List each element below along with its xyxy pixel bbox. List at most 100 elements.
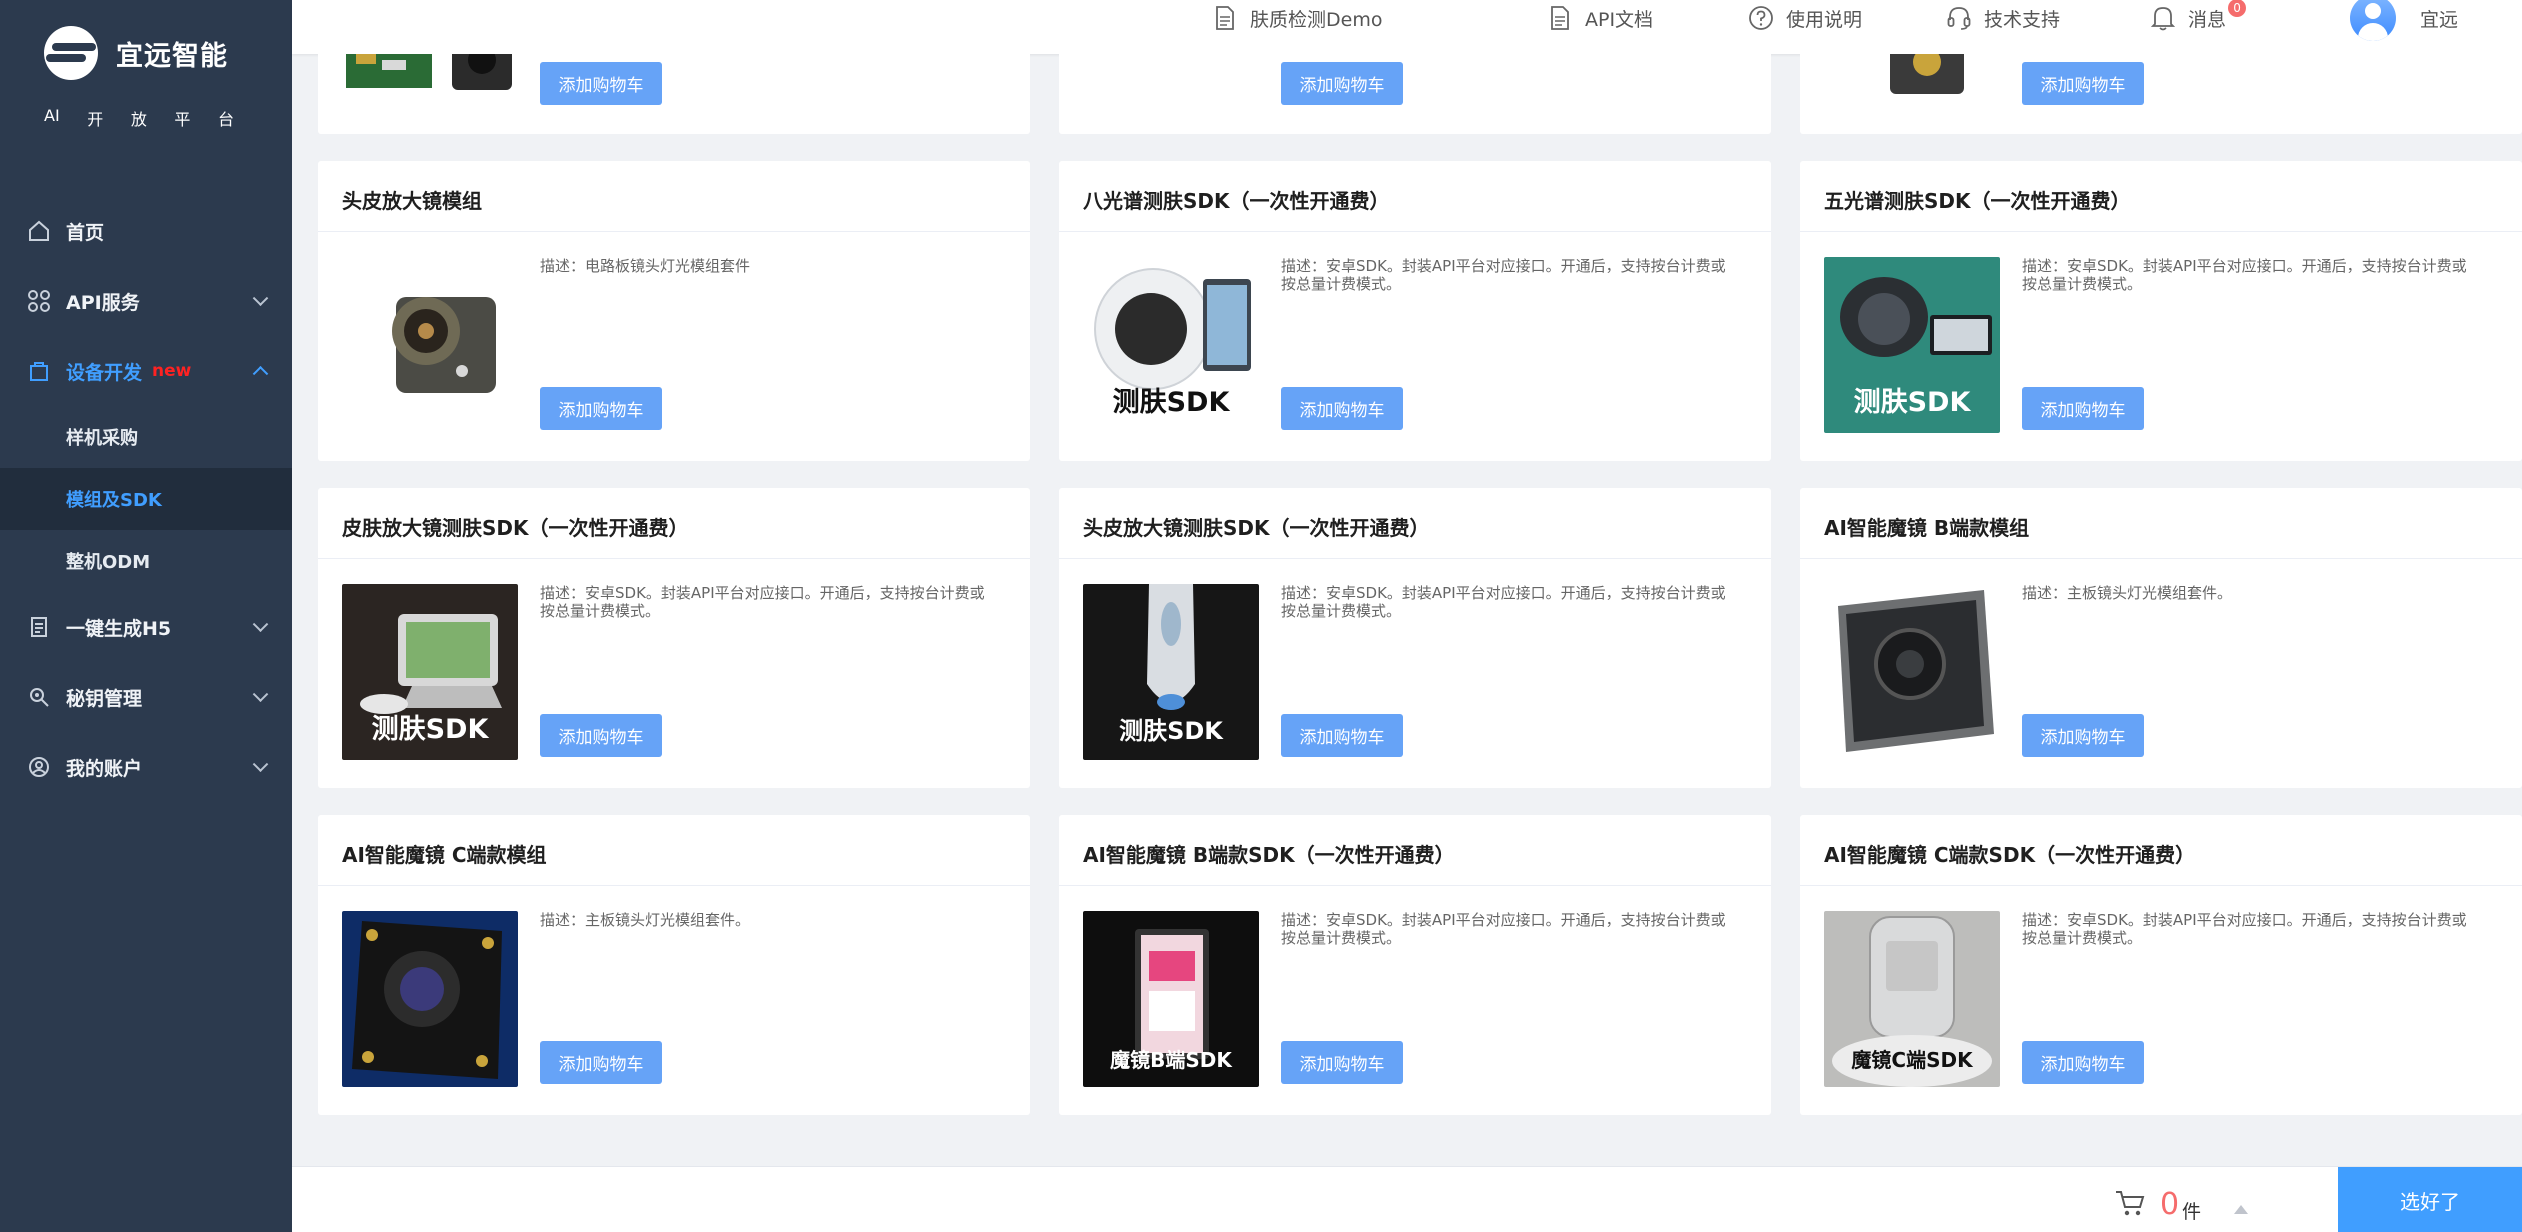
- caret-up-icon[interactable]: [2234, 1205, 2248, 1214]
- api-doc-label: API文档: [1585, 8, 1654, 31]
- add-to-cart-button[interactable]: 添加购物车: [1281, 1041, 1403, 1084]
- sidebar-subitem-modules-sdk[interactable]: 模组及SDK: [0, 468, 292, 530]
- logo-mark-icon: [44, 26, 98, 80]
- product-image: 测肤SDK: [1824, 257, 2000, 433]
- add-to-cart-button[interactable]: 添加购物车: [1281, 62, 1403, 105]
- confirm-selection-button[interactable]: 选好了: [2338, 1167, 2522, 1232]
- divider: [318, 885, 1030, 886]
- divider: [1800, 231, 2522, 232]
- product-title: AI智能魔镜 C端款SDK（一次性开通费）: [1824, 843, 2196, 867]
- sidebar-item-h5[interactable]: 一键生成H5: [0, 592, 292, 662]
- grid-icon: [26, 288, 52, 314]
- add-to-cart-button[interactable]: 添加购物车: [540, 62, 662, 105]
- sidebar-item-account[interactable]: 我的账户: [0, 732, 292, 802]
- sidebar-subitem-label: 模组及SDK: [66, 490, 162, 511]
- cart-icon[interactable]: [2114, 1189, 2146, 1217]
- tagline-char: AI: [44, 106, 60, 125]
- product-description: 描述：电路板镜头灯光模组套件: [540, 257, 751, 275]
- cart-bar: 0 件 选好了: [292, 1166, 2522, 1232]
- usage-label: 使用说明: [1786, 8, 1863, 31]
- top-bar: 肤质检测Demo API文档 使用说明 技术支持 消息 0 宜远: [292, 0, 2522, 54]
- add-to-cart-button[interactable]: 添加购物车: [2022, 714, 2144, 757]
- sidebar-subitem-sample-purchase[interactable]: 样机采购: [0, 406, 292, 468]
- product-image: 测肤SDK: [342, 584, 518, 760]
- product-card: 添加购物车: [318, 54, 1030, 134]
- add-to-cart-button[interactable]: 添加购物车: [1281, 387, 1403, 430]
- tagline-char: 开: [87, 110, 104, 129]
- product-description: 描述：安卓SDK。封装API平台对应接口。开通后，支持按台计费或按总量计费模式。: [2022, 257, 2467, 293]
- tagline-char: 放: [130, 110, 147, 129]
- product-title: AI智能魔镜 B端款模组: [1824, 516, 2030, 540]
- headset-icon: [1946, 5, 1972, 31]
- key-icon: [26, 684, 52, 710]
- messages-label: 消息: [2188, 8, 2227, 31]
- sidebar-item-label: 设备开发: [66, 361, 143, 384]
- product-card: 添加购物车: [1800, 54, 2522, 134]
- bell-icon: [2150, 5, 2176, 31]
- tagline-char: 台: [217, 110, 234, 129]
- divider: [1800, 885, 2522, 886]
- sidebar-item-device-dev[interactable]: 设备开发 new: [0, 336, 292, 406]
- product-image: [342, 911, 518, 1087]
- sidebar: 宜远智能 AI 开 放 平 台 首页 API服务 设备开发 new 样机采购 模…: [0, 0, 292, 1232]
- product-card: 添加购物车: [1059, 54, 1771, 134]
- api-doc-link[interactable]: API文档: [1547, 0, 1653, 36]
- brand-name: 宜远智能: [116, 40, 228, 72]
- new-badge: new: [152, 361, 192, 381]
- sidebar-subitem-label: 样机采购: [66, 428, 138, 449]
- product-description: 描述：安卓SDK。封装API平台对应接口。开通后，支持按台计费或按总量计费模式。: [540, 584, 985, 620]
- product-image: 测肤SDK: [1083, 584, 1259, 760]
- product-title: 五光谱测肤SDK（一次性开通费）: [1824, 189, 2131, 213]
- chevron-down-icon: [252, 756, 269, 773]
- brand-logo[interactable]: 宜远智能: [44, 26, 228, 80]
- product-image: [342, 54, 518, 104]
- product-card: 皮肤放大镜测肤SDK（一次性开通费） 测肤SDK 描述：安卓SDK。封装API平…: [318, 488, 1030, 788]
- avatar: [2350, 0, 2396, 41]
- tagline-char: 平: [174, 110, 191, 129]
- product-image: [342, 257, 518, 433]
- add-to-cart-button[interactable]: 添加购物车: [540, 387, 662, 430]
- product-title: 皮肤放大镜测肤SDK（一次性开通费）: [342, 516, 689, 540]
- question-icon: [1748, 5, 1774, 31]
- add-to-cart-button[interactable]: 添加购物车: [2022, 62, 2144, 105]
- support-link[interactable]: 技术支持: [1946, 0, 2060, 36]
- sidebar-item-keys[interactable]: 秘钥管理: [0, 662, 292, 732]
- usage-link[interactable]: 使用说明: [1748, 0, 1862, 36]
- thumb-label: 测肤SDK: [1112, 387, 1230, 418]
- product-title: AI智能魔镜 B端款SDK（一次性开通费）: [1083, 843, 1455, 867]
- sidebar-item-label: 我的账户: [66, 757, 143, 780]
- add-to-cart-button[interactable]: 添加购物车: [2022, 1041, 2144, 1084]
- product-card: 头皮放大镜测肤SDK（一次性开通费） 测肤SDK 描述：安卓SDK。封装API平…: [1059, 488, 1771, 788]
- user-name: 宜远: [2420, 8, 2459, 31]
- messages-label-wrap: 消息 0: [2188, 0, 2247, 32]
- add-to-cart-button[interactable]: 添加购物车: [540, 714, 662, 757]
- product-image: [1824, 54, 2000, 104]
- platform-tagline: AI 开 放 平 台: [44, 106, 234, 130]
- sidebar-item-home[interactable]: 首页: [0, 196, 292, 266]
- product-card: 头皮放大镜模组 描述：电路板镜头灯光模组套件 添加购物车: [318, 161, 1030, 461]
- product-card: 五光谱测肤SDK（一次性开通费） 测肤SDK 描述：安卓SDK。封装API平台对…: [1800, 161, 2522, 461]
- add-to-cart-button[interactable]: 添加购物车: [2022, 387, 2144, 430]
- chevron-down-icon: [252, 616, 269, 633]
- product-card: AI智能魔镜 C端款模组 描述：主板镜头灯光模组套件。 添加购物车: [318, 815, 1030, 1115]
- add-to-cart-button[interactable]: 添加购物车: [1281, 714, 1403, 757]
- demo-link[interactable]: 肤质检测Demo: [1212, 0, 1382, 36]
- product-title: 头皮放大镜测肤SDK（一次性开通费）: [1083, 516, 1430, 540]
- product-image: 魔镜B端SDK: [1083, 911, 1259, 1087]
- divider: [1059, 558, 1771, 559]
- user-menu[interactable]: 宜远: [2350, 0, 2458, 41]
- sidebar-item-label: 首页: [66, 221, 105, 244]
- sidebar-item-api[interactable]: API服务: [0, 266, 292, 336]
- divider: [318, 231, 1030, 232]
- home-icon: [26, 218, 52, 244]
- sidebar-subitem-label: 整机ODM: [66, 552, 151, 573]
- product-description: 描述：安卓SDK。封装API平台对应接口。开通后，支持按台计费或按总量计费模式。: [1281, 257, 1726, 293]
- cart-count: 0: [2160, 1187, 2180, 1222]
- add-to-cart-button[interactable]: 添加购物车: [540, 1041, 662, 1084]
- document-icon: [1547, 5, 1573, 31]
- messages-link[interactable]: 消息 0: [2150, 0, 2247, 36]
- sidebar-subitem-odm[interactable]: 整机ODM: [0, 530, 292, 592]
- product-description: 描述：安卓SDK。封装API平台对应接口。开通后，支持按台计费或按总量计费模式。: [1281, 911, 1726, 947]
- product-image: 测肤SDK: [1083, 257, 1259, 433]
- product-card: AI智能魔镜 B端款模组 描述：主板镜头灯光模组套件。 添加购物车: [1800, 488, 2522, 788]
